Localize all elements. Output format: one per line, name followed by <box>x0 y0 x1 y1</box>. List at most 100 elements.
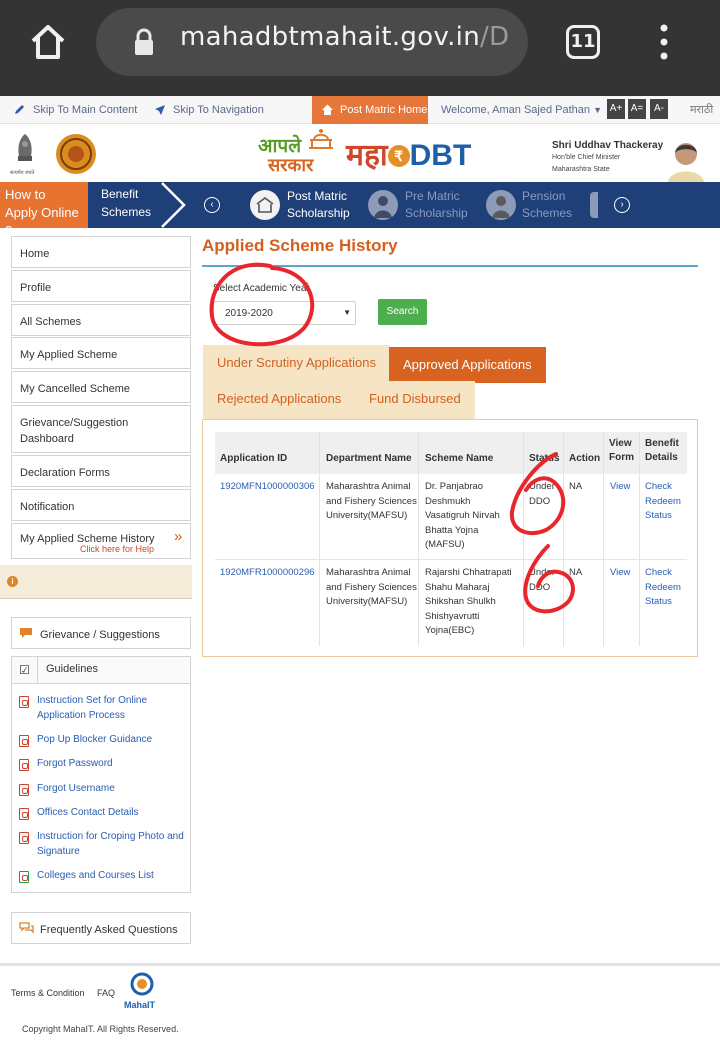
footer-divider <box>0 963 720 966</box>
post-matric-home-button[interactable]: Post Matric Home <box>312 96 428 124</box>
national-emblem-logo <box>18 134 32 161</box>
aaple-sarkar-logo: आपले सरकार <box>258 136 314 175</box>
sidebar-item-my-applied-scheme[interactable]: My Applied Scheme <box>11 337 191 369</box>
pdf-icon <box>19 832 29 844</box>
sidebar-item-all-schemes[interactable]: All Schemes <box>11 304 191 336</box>
sidebar-help-text[interactable]: Click here for Help <box>80 544 154 554</box>
nav-next-icon[interactable]: › <box>614 197 630 213</box>
sidebar-item-my-cancelled-scheme[interactable]: My Cancelled Scheme <box>11 371 191 403</box>
info-notice-bar: i <box>0 565 192 599</box>
copyright-text: Copyright MahaIT. All Rights Reserved. <box>22 1024 179 1034</box>
maharashtra-seal-logo <box>56 134 96 174</box>
minister-title: Hon'ble Chief Minister <box>552 154 621 161</box>
sidebar-item-grievance-dashboard[interactable]: Grievance/Suggestion Dashboard <box>11 405 191 453</box>
pdf-icon <box>19 735 29 747</box>
mahait-logo-text: MahaIT <box>124 1000 156 1010</box>
skip-navigation-link[interactable]: Skip To Navigation <box>173 96 264 124</box>
lock-icon <box>135 28 153 55</box>
guideline-link-colleges-courses[interactable]: Colleges and Courses List <box>37 868 154 883</box>
pencil-icon <box>15 105 24 114</box>
required-asterisk: * <box>305 281 309 292</box>
page-title: Applied Scheme History <box>202 236 398 255</box>
tab-switcher-button[interactable]: 11 <box>566 25 600 59</box>
site-header: सत्यमेव जयते आपले सरकार महा ₹ DBT Shri Udd… <box>0 124 720 182</box>
speech-bubble-icon <box>20 628 32 638</box>
tab-rejected[interactable]: Rejected Applications <box>203 381 356 419</box>
academic-year-select[interactable]: 2019-2020 ▼ <box>213 301 356 325</box>
skip-main-link[interactable]: Skip To Main Content <box>33 96 137 124</box>
house-icon <box>322 104 333 115</box>
department-cell: Maharashtra Animal and Fishery Sciences … <box>326 567 417 608</box>
how-to-apply-button[interactable]: How to Apply Online ? <box>0 182 88 238</box>
chevron-down-icon: ▼ <box>593 105 602 115</box>
guideline-link-offices-contact[interactable]: Offices Contact Details <box>37 805 139 820</box>
more-menu-icon[interactable] <box>654 22 674 62</box>
nav-prev-icon[interactable]: ‹ <box>204 197 220 213</box>
pdf-icon <box>19 784 29 796</box>
column-header-scheme: Scheme Name <box>425 453 494 464</box>
sidebar-item-home[interactable]: Home <box>11 236 191 268</box>
guideline-link-photo-signature[interactable]: Instruction for Croping Photo and Signat… <box>37 829 187 859</box>
faq-button[interactable]: Frequently Asked Questions <box>11 912 191 944</box>
url-text[interactable]: mahadbtmahait.gov.in/D <box>180 22 509 52</box>
font-decrease-button[interactable]: A- <box>650 99 668 119</box>
chat-bubbles-icon <box>19 922 34 934</box>
minister-name: Shri Uddhav Thackeray <box>552 140 664 151</box>
font-reset-button[interactable]: A= <box>628 99 646 119</box>
nav-arrow-divider-icon <box>161 182 186 228</box>
nav-pre-matric-scholarship[interactable]: Pre Matric Scholarship <box>405 182 468 228</box>
check-redeem-status-link[interactable]: Check Redeem Status <box>645 566 690 610</box>
pension-elder-icon <box>486 190 516 220</box>
pdf-icon <box>19 808 29 820</box>
check-redeem-status-link[interactable]: Check Redeem Status <box>645 480 690 524</box>
view-form-link[interactable]: View <box>610 480 630 495</box>
language-toggle[interactable]: मराठी <box>690 96 713 124</box>
sidebar-item-notification[interactable]: Notification <box>11 489 191 521</box>
welcome-user-dropdown[interactable]: Welcome, Aman Sajed Pathan ▼ <box>441 96 602 124</box>
info-icon: i <box>7 576 18 587</box>
benefit-schemes-label: Benefit Schemes <box>101 187 152 219</box>
application-id-link[interactable]: 1920MFN1000000306 <box>220 480 315 495</box>
tab-approved[interactable]: Approved Applications <box>389 347 546 383</box>
department-cell: Maharashtra Animal and Fishery Sciences … <box>326 481 417 522</box>
guidelines-header <box>12 657 190 684</box>
checkbox-icon: ☑ <box>19 663 30 677</box>
home-icon[interactable] <box>28 22 68 62</box>
grievance-suggestions-button[interactable]: Grievance / Suggestions <box>11 617 191 649</box>
font-increase-button[interactable]: A+ <box>607 99 625 119</box>
view-form-link[interactable]: View <box>610 566 630 581</box>
scheme-cell: Dr. Panjabrao Deshmukh Vasatigruh Nirvah… <box>425 481 500 551</box>
guideline-link-instruction-set[interactable]: Instruction Set for Online Application P… <box>37 693 187 723</box>
select-arrow-icon: ▼ <box>343 308 351 317</box>
sidebar-item-profile[interactable]: Profile <box>11 270 191 302</box>
row-divider <box>215 559 687 560</box>
column-header-status: Status <box>529 453 560 464</box>
guideline-link-forgot-password[interactable]: Forgot Password <box>37 756 113 771</box>
pdf-icon <box>19 759 29 771</box>
guidelines-divider <box>37 657 38 684</box>
tab-fund-disbursed[interactable]: Fund Disbursed <box>355 381 475 419</box>
status-cell: Under DDO <box>529 567 555 593</box>
post-matric-scholarship-icon <box>250 190 280 220</box>
academic-year-label: Select Academic Year <box>213 283 310 294</box>
footer-faq-link[interactable]: FAQ <box>97 988 115 998</box>
scheme-cell: Rajarshi Chhatrapati Shahu Maharaj Shiks… <box>425 567 512 637</box>
nav-post-matric-scholarship[interactable]: Post Matric Scholarship <box>287 182 350 228</box>
mahait-logo <box>130 972 154 996</box>
sidebar-item-declaration-forms[interactable]: Declaration Forms <box>11 455 191 487</box>
nav-pension-schemes[interactable]: Pension Schemes <box>522 182 572 228</box>
emblem-caption: सत्यमेव जयते <box>10 170 35 176</box>
tab-under-scrutiny[interactable]: Under Scrutiny Applications <box>203 345 390 381</box>
guideline-link-forgot-username[interactable]: Forgot Username <box>37 781 115 796</box>
excel-icon <box>19 871 29 883</box>
navigation-arrow-icon <box>155 105 165 115</box>
search-button[interactable]: Search <box>378 299 427 325</box>
column-header-application-id: Application ID <box>220 453 288 464</box>
column-header-view-form: View Form <box>609 438 634 463</box>
pre-matric-student-icon <box>368 190 398 220</box>
double-chevron-right-icon: » <box>174 528 183 545</box>
application-id-link[interactable]: 1920MFR1000000296 <box>220 566 315 581</box>
terms-condition-link[interactable]: Terms & Condition <box>11 988 85 998</box>
guideline-link-popup-blocker[interactable]: Pop Up Blocker Guidance <box>37 732 152 747</box>
minister-state: Maharashtra State <box>552 166 610 173</box>
